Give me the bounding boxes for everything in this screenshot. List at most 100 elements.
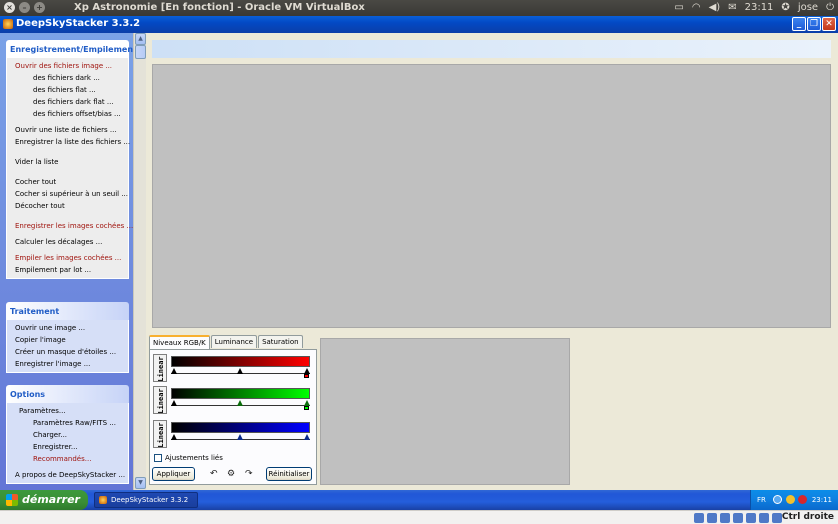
vbox-status-bar: Ctrl droite — [0, 510, 838, 524]
create-star-mask-link[interactable]: Créer un masque d'étoiles ... — [7, 346, 128, 358]
flat-files-link[interactable]: des fichiers flat ... — [7, 84, 128, 96]
display-icon[interactable] — [746, 513, 756, 523]
main-area: Niveaux RGB/K Luminance Saturation Linea… — [146, 33, 838, 490]
mode-label: Linear — [157, 388, 165, 414]
open-image-files-link[interactable]: Ouvrir des fichiers image ... — [7, 60, 128, 72]
host-key-label: Ctrl droite — [781, 512, 834, 522]
hdd-icon[interactable] — [694, 513, 704, 523]
offset-bias-files-link[interactable]: des fichiers offset/bias ... — [7, 108, 128, 120]
minimize-button[interactable]: _ — [792, 17, 806, 31]
levels-panel: Niveaux RGB/K Luminance Saturation Linea… — [149, 335, 317, 485]
linked-adjustments-row[interactable]: Ajustements liés — [154, 454, 223, 462]
alert-icon[interactable] — [798, 495, 807, 504]
xp-clock[interactable]: 23:11 — [812, 496, 832, 504]
task-pane-scrollbar[interactable]: ▲ ▼ — [133, 33, 146, 490]
scroll-thumb[interactable] — [135, 45, 146, 59]
load-settings-link[interactable]: Charger... — [7, 429, 128, 441]
taskbar-item-deepskystacker[interactable]: DeepSkyStacker 3.3.2 — [94, 492, 198, 508]
stack-checked-link[interactable]: Empiler les images cochées ... — [7, 252, 128, 264]
xp-system-tray: FR 23:11 — [750, 490, 838, 510]
copy-image-link[interactable]: Copier l'image — [7, 334, 128, 346]
start-label: démarrer — [22, 493, 80, 506]
compute-offsets-link[interactable]: Calculer les décalages ... — [7, 236, 128, 248]
vm-window-title: Xp Astronomie [En fonction] - Oracle VM … — [74, 2, 365, 13]
group-options: Options Paramètres... Paramètres Raw/FIT… — [6, 385, 129, 484]
settings-icon[interactable]: ⚙ — [227, 469, 235, 479]
about-link[interactable]: A propos de DeepSkyStacker ... — [7, 469, 128, 481]
linked-adjustments-checkbox[interactable] — [154, 454, 162, 462]
windows-logo-icon — [6, 494, 18, 506]
tab-rgb-levels[interactable]: Niveaux RGB/K — [149, 335, 210, 349]
usb-icon[interactable] — [720, 513, 730, 523]
mail-icon[interactable]: ✉ — [728, 2, 736, 13]
green-midpoint-handle[interactable] — [237, 400, 243, 406]
blue-mode-selector[interactable]: Linear — [153, 420, 167, 448]
host-close-button[interactable]: × — [4, 2, 15, 13]
group-title: Options — [6, 385, 129, 403]
optical-drive-icon[interactable] — [707, 513, 717, 523]
power-icon[interactable]: ⏻ — [826, 2, 834, 13]
save-image-link[interactable]: Enregistrer l'image ... — [7, 358, 128, 370]
close-button[interactable]: ✕ — [822, 17, 836, 31]
scroll-up-button[interactable]: ▲ — [135, 33, 146, 45]
raw-fits-settings-link[interactable]: Paramètres Raw/FITS ... — [7, 417, 128, 429]
image-viewer[interactable] — [152, 64, 831, 328]
battery-icon[interactable]: ▭ — [674, 2, 683, 13]
volume-icon[interactable]: ◀) — [709, 2, 721, 13]
dark-files-link[interactable]: des fichiers dark ... — [7, 72, 128, 84]
green-channel: Linear — [153, 386, 313, 414]
blue-black-point-handle[interactable] — [171, 434, 177, 440]
host-minimize-button[interactable]: – — [19, 2, 30, 13]
open-file-list-link[interactable]: Ouvrir une liste de fichiers ... — [7, 124, 128, 136]
recommended-settings-link[interactable]: Recommandés... — [7, 453, 128, 465]
green-black-point-handle[interactable] — [171, 400, 177, 406]
host-tray: ▭ ◠ ◀) ✉ 23:11 ✪ jose ⏻ — [674, 2, 834, 13]
language-indicator[interactable]: FR — [757, 496, 766, 504]
app-window: Enregistrement/Empilement Ouvrir des fic… — [0, 33, 838, 490]
clear-list-link[interactable]: Vider la liste — [7, 156, 128, 168]
capture-icon[interactable] — [772, 513, 782, 523]
network-icon[interactable] — [773, 495, 782, 504]
restore-button[interactable]: ❐ — [807, 17, 821, 31]
register-checked-link[interactable]: Enregistrer les images cochées ... — [7, 220, 133, 232]
wifi-icon[interactable]: ◠ — [692, 2, 701, 13]
uncheck-all-link[interactable]: Décocher tout — [7, 200, 128, 212]
start-button[interactable]: démarrer — [0, 490, 88, 510]
green-mode-selector[interactable]: Linear — [153, 386, 167, 414]
check-above-threshold-link[interactable]: Cocher si supérieur à un seuil ... — [7, 188, 128, 200]
vbox-device-icons — [694, 513, 782, 523]
group-registering-stacking: Enregistrement/Empilement Ouvrir des fic… — [6, 40, 137, 279]
red-black-point-handle[interactable] — [171, 368, 177, 374]
reset-button[interactable]: Réinitialiser — [266, 467, 312, 481]
red-midpoint-handle[interactable] — [237, 368, 243, 374]
check-all-link[interactable]: Cocher tout — [7, 176, 128, 188]
host-user-name[interactable]: jose — [798, 2, 818, 13]
batch-stacking-link[interactable]: Empilement par lot ... — [7, 264, 128, 276]
host-maximize-button[interactable]: + — [34, 2, 45, 13]
shared-folder-icon[interactable] — [733, 513, 743, 523]
settings-link[interactable]: Paramètres... — [7, 405, 128, 417]
app-logo-icon — [3, 19, 13, 29]
redo-icon[interactable]: ↷ — [245, 469, 253, 479]
tab-luminance[interactable]: Luminance — [210, 335, 258, 348]
tab-saturation[interactable]: Saturation — [258, 335, 303, 348]
blue-white-point-handle[interactable] — [304, 434, 310, 440]
host-clock[interactable]: 23:11 — [745, 2, 774, 13]
dark-flat-files-link[interactable]: des fichiers dark flat ... — [7, 96, 128, 108]
save-settings-link[interactable]: Enregistrer... — [7, 441, 128, 453]
host-top-panel: × – + Xp Astronomie [En fonction] - Orac… — [0, 0, 838, 16]
apply-button[interactable]: Appliquer — [152, 467, 195, 481]
scroll-down-button[interactable]: ▼ — [135, 477, 146, 489]
blue-midpoint-handle[interactable] — [237, 434, 243, 440]
app-title: DeepSkyStacker 3.3.2 — [16, 18, 141, 29]
open-image-link[interactable]: Ouvrir une image ... — [7, 322, 128, 334]
histogram-area — [320, 338, 570, 485]
app-title-bar[interactable]: DeepSkyStacker 3.3.2 _ ❐ ✕ — [0, 16, 838, 33]
network-adapter-icon[interactable] — [759, 513, 769, 523]
save-file-list-link[interactable]: Enregistrer la liste des fichiers ... — [7, 136, 130, 148]
blue-gradient — [171, 422, 310, 433]
undo-icon[interactable]: ↶ — [210, 469, 218, 479]
group-processing: Traitement Ouvrir une image ... Copier l… — [6, 302, 129, 373]
red-mode-selector[interactable]: Linear — [153, 354, 167, 382]
security-shield-icon[interactable] — [786, 495, 795, 504]
